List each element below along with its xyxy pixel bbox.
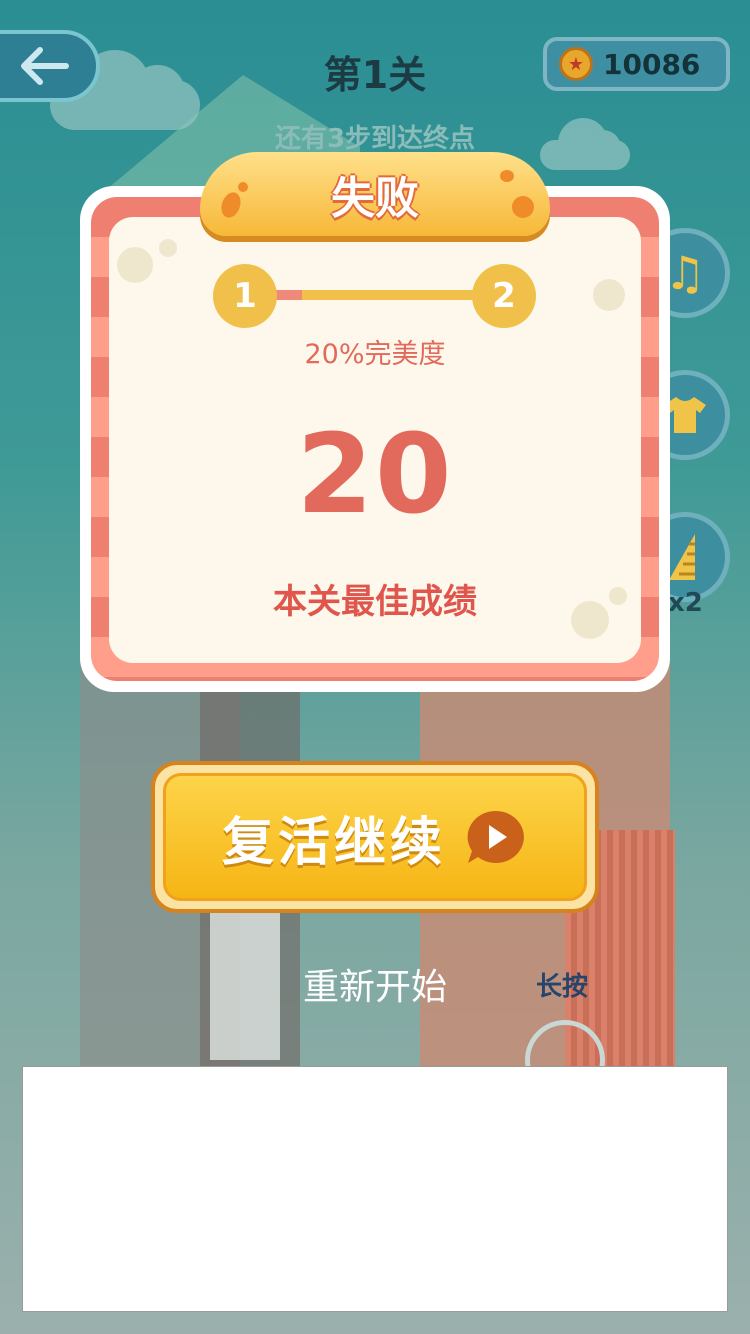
dialog-title: 失败 — [331, 173, 419, 224]
score-value: 20 — [296, 410, 454, 538]
steps-hint: 还有3步到达终点 — [274, 124, 476, 154]
revive-button-face: 复活继续 — [163, 773, 587, 901]
revive-button[interactable]: 复活继续 — [151, 761, 599, 913]
restart-button[interactable]: 重新开始 — [0, 958, 750, 1010]
ad-placeholder — [22, 1066, 728, 1312]
best-score-label: 本关最佳成绩 — [273, 582, 477, 622]
progress-node-start: 1 — [213, 264, 277, 328]
dialog-title-ribbon: 失败 — [200, 152, 550, 236]
play-bubble-icon — [467, 810, 524, 863]
ribbon-spot — [512, 196, 534, 218]
ribbon-spot — [238, 182, 248, 192]
decor-bubble — [593, 279, 625, 311]
ribbon-spot — [500, 170, 514, 182]
coin-value: 10086 — [603, 47, 701, 81]
long-press-hint: 长按 — [536, 972, 589, 1002]
coin-star-icon: ★ — [559, 47, 593, 81]
perfection-label: 20%完美度 — [304, 339, 446, 370]
revive-label: 复活继续 — [221, 812, 446, 873]
ribbon-spot — [218, 189, 244, 221]
music-note-icon: ♫ — [664, 246, 706, 300]
decor-bubble — [159, 239, 177, 257]
coin-counter: ★ 10086 — [543, 37, 730, 91]
progress-track — [252, 290, 502, 300]
progress-node-end: 2 — [472, 264, 536, 328]
decor-bubble — [117, 247, 153, 283]
